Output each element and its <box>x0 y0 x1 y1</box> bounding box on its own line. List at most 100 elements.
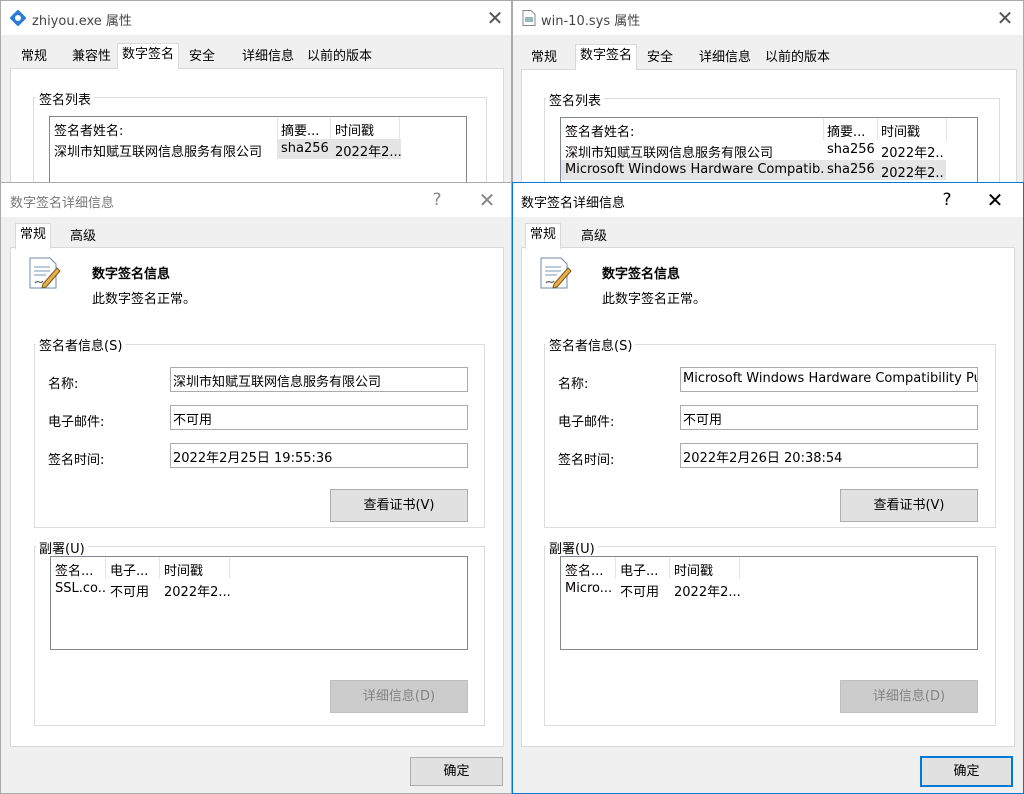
tab-general[interactable]: 常规 <box>15 223 52 249</box>
tab-general[interactable]: 常规 <box>527 47 561 71</box>
right-signature-details-dialog: 数字签名详细信息 ? ✕ 常规 高级 数字签名信息 此数字签名正常。 签名者信息… <box>512 182 1024 794</box>
left-detail-title: 数字签名详细信息 <box>10 196 115 211</box>
column-header-timestamp[interactable]: 时间戳 <box>674 560 740 579</box>
signature-status: 此数字签名正常。 <box>602 292 707 307</box>
column-divider[interactable] <box>739 557 740 579</box>
column-header-signer[interactable]: 签名者姓名: <box>54 120 276 139</box>
signing-time-label: 签名时间: <box>558 453 615 468</box>
table-row-signer[interactable]: Micro... <box>565 581 615 596</box>
right-detail-title: 数字签名详细信息 <box>521 196 626 211</box>
sys-file-icon <box>522 10 536 26</box>
left-detail-titlebar[interactable]: 数字签名详细信息 ? ✕ <box>1 183 511 217</box>
column-header-email[interactable]: 电子... <box>110 560 160 579</box>
table-row-signer[interactable]: 深圳市知赋互联网信息服务有限公司 <box>565 142 823 161</box>
right-detail-tab-body: 数字签名信息 此数字签名正常。 签名者信息(S) 名称: Microsoft W… <box>521 247 1015 747</box>
table-row-timestamp[interactable]: 2022年2... <box>335 141 401 160</box>
tab-digital-signature[interactable]: 数字签名 <box>117 43 180 69</box>
countersignature-list[interactable]: 签名... 电子... 时间戳 Micro... 不可用 2022年2... <box>560 556 978 650</box>
table-row-digest[interactable]: sha256 <box>827 142 877 157</box>
column-divider[interactable] <box>277 117 278 139</box>
tab-previous-versions[interactable]: 以前的版本 <box>761 47 834 71</box>
exe-app-icon <box>9 9 27 27</box>
column-header-email[interactable]: 电子... <box>620 560 670 579</box>
column-divider[interactable] <box>615 557 616 579</box>
signed-certificate-icon <box>27 256 63 292</box>
right-detail-titlebar[interactable]: 数字签名详细信息 ? ✕ <box>513 183 1023 217</box>
table-row-timestamp[interactable]: 2022年2... <box>164 581 230 600</box>
column-header-signer[interactable]: 签名... <box>565 560 615 579</box>
email-field[interactable]: 不可用 <box>680 405 978 430</box>
column-header-timestamp[interactable]: 时间戳 <box>881 121 945 140</box>
table-row-signer[interactable]: Microsoft Windows Hardware Compatib... <box>565 162 823 177</box>
left-detail-tab-body: 数字签名信息 此数字签名正常。 签名者信息(S) 名称: 深圳市知赋互联网信息服… <box>10 247 504 747</box>
column-divider[interactable] <box>330 117 331 139</box>
column-header-digest[interactable]: 摘要... <box>281 120 331 139</box>
tab-previous-versions[interactable]: 以前的版本 <box>303 46 376 70</box>
help-button[interactable]: ? <box>423 187 451 213</box>
column-divider[interactable] <box>229 557 230 579</box>
details-button[interactable]: 详细信息(D) <box>330 680 468 713</box>
column-header-signer[interactable]: 签名者姓名: <box>565 121 823 140</box>
email-label: 电子邮件: <box>558 415 615 430</box>
signing-time-field[interactable]: 2022年2月26日 20:38:54 <box>680 443 978 468</box>
right-detail-close-button[interactable]: ✕ <box>981 187 1009 213</box>
tab-compatibility[interactable]: 兼容性 <box>68 46 115 70</box>
left-props-close-button[interactable]: ✕ <box>481 5 509 31</box>
tab-digital-signature[interactable]: 数字签名 <box>575 44 638 70</box>
right-props-title: win-10.sys 属性 <box>541 14 641 29</box>
signature-list-label: 签名列表 <box>36 89 95 108</box>
column-divider[interactable] <box>946 118 947 140</box>
help-button[interactable]: ? <box>933 187 961 213</box>
countersignature-list[interactable]: 签名... 电子... 时间戳 SSL.co... 不可用 2022年2... <box>50 556 468 650</box>
name-field[interactable]: Microsoft Windows Hardware Compatibility… <box>680 367 978 392</box>
countersignature-label: 副署(U) <box>36 538 88 557</box>
tab-general[interactable]: 常规 <box>525 223 562 249</box>
table-row-email[interactable]: 不可用 <box>110 581 160 600</box>
table-row-digest[interactable]: sha256 <box>827 162 877 177</box>
column-divider[interactable] <box>877 118 878 140</box>
table-row-signer[interactable]: 深圳市知赋互联网信息服务有限公司 <box>54 141 276 160</box>
column-divider[interactable] <box>159 557 160 579</box>
countersignature-label: 副署(U) <box>546 538 598 557</box>
table-row-timestamp[interactable]: 2022年2... <box>881 162 945 181</box>
signature-info-heading: 数字签名信息 <box>602 267 681 282</box>
left-detail-close-button[interactable]: ✕ <box>473 187 501 213</box>
column-divider[interactable] <box>399 117 400 139</box>
table-row-digest[interactable]: sha256 <box>281 141 331 156</box>
tab-details[interactable]: 详细信息 <box>695 47 755 71</box>
column-header-digest[interactable]: 摘要... <box>827 121 877 140</box>
tab-details[interactable]: 详细信息 <box>238 46 298 70</box>
column-header-signer[interactable]: 签名... <box>55 560 105 579</box>
ok-button[interactable]: 确定 <box>920 756 1013 787</box>
signature-list-label: 签名列表 <box>546 90 605 109</box>
name-label: 名称: <box>48 377 79 392</box>
details-button[interactable]: 详细信息(D) <box>840 680 978 713</box>
signature-status: 此数字签名正常。 <box>92 292 197 307</box>
signed-certificate-icon <box>538 256 574 292</box>
right-props-close-button[interactable]: ✕ <box>991 5 1019 31</box>
tab-general[interactable]: 常规 <box>17 46 51 70</box>
table-row-email[interactable]: 不可用 <box>620 581 670 600</box>
table-row-timestamp[interactable]: 2022年2... <box>674 581 740 600</box>
left-props-titlebar[interactable]: zhiyou.exe 属性 ✕ <box>1 1 511 35</box>
name-field[interactable]: 深圳市知赋互联网信息服务有限公司 <box>170 367 468 392</box>
column-divider[interactable] <box>105 557 106 579</box>
tab-security[interactable]: 安全 <box>185 46 219 70</box>
signing-time-label: 签名时间: <box>48 453 105 468</box>
column-header-timestamp[interactable]: 时间戳 <box>164 560 230 579</box>
table-row-timestamp[interactable]: 2022年2... <box>881 142 945 161</box>
signer-info-label: 签名者信息(S) <box>36 335 126 354</box>
column-divider[interactable] <box>669 557 670 579</box>
email-field[interactable]: 不可用 <box>170 405 468 430</box>
column-divider[interactable] <box>823 118 824 140</box>
name-label: 名称: <box>558 377 589 392</box>
tab-security[interactable]: 安全 <box>643 47 677 71</box>
right-props-titlebar[interactable]: win-10.sys 属性 ✕ <box>513 1 1023 35</box>
view-certificate-button[interactable]: 查看证书(V) <box>840 489 978 522</box>
view-certificate-button[interactable]: 查看证书(V) <box>330 489 468 522</box>
left-signature-details-dialog: 数字签名详细信息 ? ✕ 常规 高级 数字签名信息 此数字签名正常。 签名者信息… <box>0 182 512 794</box>
ok-button[interactable]: 确定 <box>410 757 503 786</box>
signing-time-field[interactable]: 2022年2月25日 19:55:36 <box>170 443 468 468</box>
table-row-signer[interactable]: SSL.co... <box>55 581 105 596</box>
column-header-timestamp[interactable]: 时间戳 <box>335 120 401 139</box>
